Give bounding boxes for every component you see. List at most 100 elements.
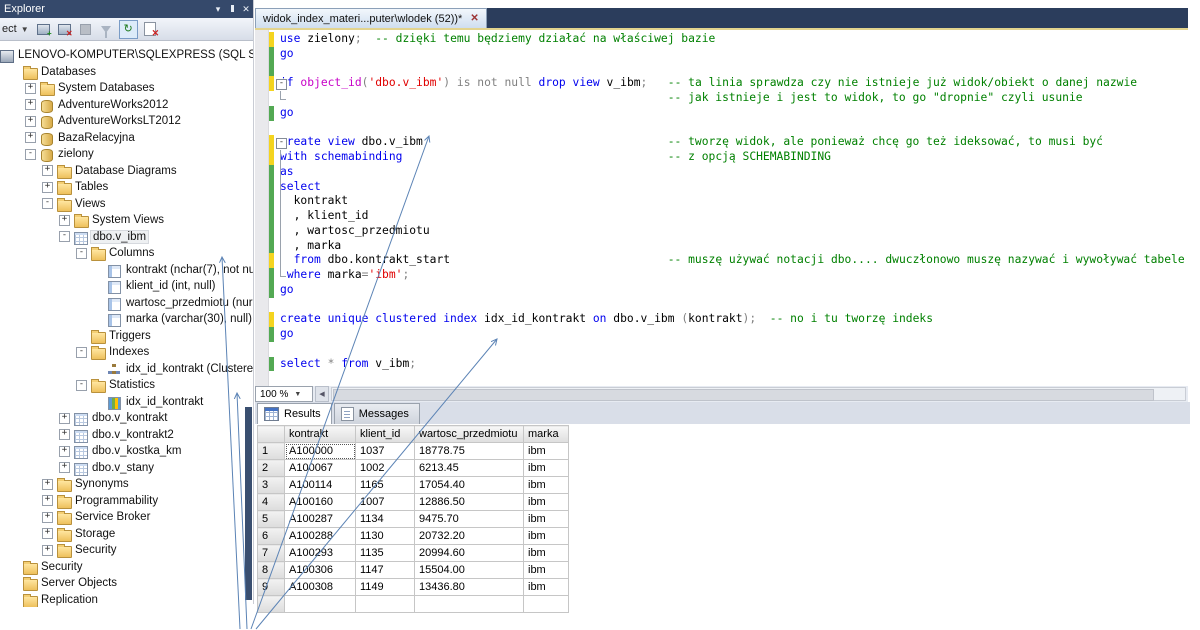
tree-item[interactable]: - Indexes xyxy=(0,344,253,361)
tree-item[interactable]: +Triggers xyxy=(0,328,253,345)
expand-icon[interactable]: + xyxy=(59,412,70,424)
grid-cell[interactable]: ibm xyxy=(523,459,569,477)
grid-cell[interactable]: 18778.75 xyxy=(414,442,524,460)
collapse-icon[interactable]: - xyxy=(59,231,70,243)
editor-zoom-select[interactable]: 100 % ▼ xyxy=(255,386,313,402)
row-number-cell[interactable]: 6 xyxy=(257,527,285,545)
grid-cell[interactable]: 6213.45 xyxy=(414,459,524,477)
expand-icon[interactable]: + xyxy=(25,115,36,127)
grid-cell[interactable]: 1135 xyxy=(355,544,415,562)
tree-item[interactable]: + AdventureWorks2012 xyxy=(0,97,253,114)
grid-corner-cell[interactable] xyxy=(257,425,285,443)
row-number-cell[interactable]: 4 xyxy=(257,493,285,511)
tree-item[interactable]: - Statistics xyxy=(0,377,253,394)
grid-cell[interactable]: A100114 xyxy=(284,476,356,494)
tree-item[interactable]: + dbo.v_kostka_km xyxy=(0,443,253,460)
grid-cell[interactable]: 15504.00 xyxy=(414,561,524,579)
grid-cell[interactable]: ibm xyxy=(523,476,569,494)
connect-button[interactable]: ect xyxy=(2,23,17,35)
grid-cell[interactable]: 1147 xyxy=(355,561,415,579)
tree-item[interactable]: - Columns xyxy=(0,245,253,262)
sql-editor[interactable]: use zielony; -- dzięki temu będziemy dzi… xyxy=(255,30,1188,386)
collapse-icon[interactable]: - xyxy=(42,198,53,210)
row-number-cell[interactable]: 2 xyxy=(257,459,285,477)
tree-item[interactable]: +Security xyxy=(0,559,253,576)
tree-item[interactable]: +idx_id_kontrakt (Clustered xyxy=(0,361,253,378)
grid-cell[interactable]: ibm xyxy=(523,527,569,545)
grid-cell[interactable]: 20732.20 xyxy=(414,527,524,545)
tab-messages[interactable]: Messages xyxy=(333,403,420,424)
grid-cell[interactable]: ibm xyxy=(523,544,569,562)
grid-cell[interactable]: 1037 xyxy=(355,442,415,460)
tree-item[interactable]: +Server Objects xyxy=(0,575,253,592)
column-header[interactable]: marka xyxy=(523,425,569,443)
grid-cell[interactable]: 1002 xyxy=(355,459,415,477)
expand-icon[interactable]: + xyxy=(42,478,53,490)
grid-cell[interactable]: 13436.80 xyxy=(414,578,524,596)
expand-icon[interactable]: + xyxy=(42,511,53,523)
column-header[interactable]: klient_id xyxy=(355,425,415,443)
tree-item[interactable]: + System Views xyxy=(0,212,253,229)
tree-item[interactable]: +marka (varchar(30), null) xyxy=(0,311,253,328)
tree-item[interactable]: +idx_id_kontrakt xyxy=(0,394,253,411)
expand-icon[interactable]: + xyxy=(59,214,70,226)
script-error-icon[interactable] xyxy=(142,21,159,39)
row-number-cell[interactable]: 5 xyxy=(257,510,285,528)
collapse-region-icon[interactable]: - xyxy=(276,78,287,90)
row-number-cell[interactable]: 7 xyxy=(257,544,285,562)
disconnect-icon[interactable]: ✕ xyxy=(56,21,73,38)
grid-cell[interactable]: 1007 xyxy=(355,493,415,511)
tree-item[interactable]: + System Databases xyxy=(0,80,253,97)
grid-cell[interactable]: A100067 xyxy=(284,459,356,477)
tree-item[interactable]: +Replication xyxy=(0,592,253,607)
expand-icon[interactable]: + xyxy=(59,445,70,457)
grid-cell[interactable]: ibm xyxy=(523,493,569,511)
grid-cell[interactable]: A100000 xyxy=(284,442,356,460)
tree-item[interactable]: + Synonyms xyxy=(0,476,253,493)
tree-item[interactable]: + dbo.v_kontrakt xyxy=(0,410,253,427)
tree-item[interactable]: +kontrakt (nchar(7), not nu xyxy=(0,262,253,279)
tree-item[interactable]: + BazaRelacyjna xyxy=(0,130,253,147)
tree-item[interactable]: + dbo.v_kontrakt2 xyxy=(0,427,253,444)
collapse-icon[interactable]: - xyxy=(76,379,87,391)
expand-icon[interactable]: + xyxy=(25,82,36,94)
expand-icon[interactable]: + xyxy=(42,544,53,556)
grid-cell[interactable]: ibm xyxy=(523,442,569,460)
hscroll-left-button[interactable]: ◀ xyxy=(315,386,329,402)
results-grid[interactable]: kontrakt klient_id wartosc_przedmiotu marka… xyxy=(257,425,569,613)
connect-dropdown-caret[interactable]: ▼ xyxy=(21,25,29,34)
expand-icon[interactable]: + xyxy=(25,132,36,144)
expand-icon[interactable]: + xyxy=(25,99,36,111)
tree-item[interactable]: + Database Diagrams xyxy=(0,163,253,180)
column-header[interactable]: wartosc_przedmiotu xyxy=(414,425,524,443)
grid-cell[interactable]: A100306 xyxy=(284,561,356,579)
grid-cell[interactable]: A100288 xyxy=(284,527,356,545)
row-number-cell[interactable]: 3 xyxy=(257,476,285,494)
connect-icon[interactable]: + xyxy=(35,21,52,38)
expand-icon[interactable]: + xyxy=(59,462,70,474)
grid-cell[interactable]: 17054.40 xyxy=(414,476,524,494)
grid-cell[interactable]: 1149 xyxy=(355,578,415,596)
tree-item[interactable]: +klient_id (int, null) xyxy=(0,278,253,295)
tab-results[interactable]: Results xyxy=(257,403,332,424)
tree-scrollbar-thumb[interactable] xyxy=(245,407,252,600)
tree-item[interactable]: LENOVO-KOMPUTER\SQLEXPRESS (SQL Server xyxy=(0,47,253,64)
tree-item[interactable]: + Service Broker xyxy=(0,509,253,526)
grid-cell[interactable]: 1134 xyxy=(355,510,415,528)
tree-item[interactable]: + Tables xyxy=(0,179,253,196)
expand-icon[interactable]: + xyxy=(42,165,53,177)
tree-item[interactable]: + Storage xyxy=(0,526,253,543)
chevron-down-icon[interactable]: ▾ xyxy=(211,0,225,18)
collapse-icon[interactable]: - xyxy=(25,148,36,160)
grid-cell[interactable]: 1165 xyxy=(355,476,415,494)
collapse-icon[interactable]: - xyxy=(76,346,87,358)
grid-cell[interactable]: 1130 xyxy=(355,527,415,545)
grid-cell[interactable]: ibm xyxy=(523,510,569,528)
tree-item[interactable]: +Databases xyxy=(0,64,253,81)
grid-cell[interactable]: 12886.50 xyxy=(414,493,524,511)
tab-close-icon[interactable]: ✕ xyxy=(470,13,478,24)
pin-icon[interactable] xyxy=(225,0,239,18)
tree-item[interactable]: +Security xyxy=(0,542,253,559)
expand-icon[interactable]: + xyxy=(59,429,70,441)
editor-hscrollbar[interactable] xyxy=(331,387,1186,401)
